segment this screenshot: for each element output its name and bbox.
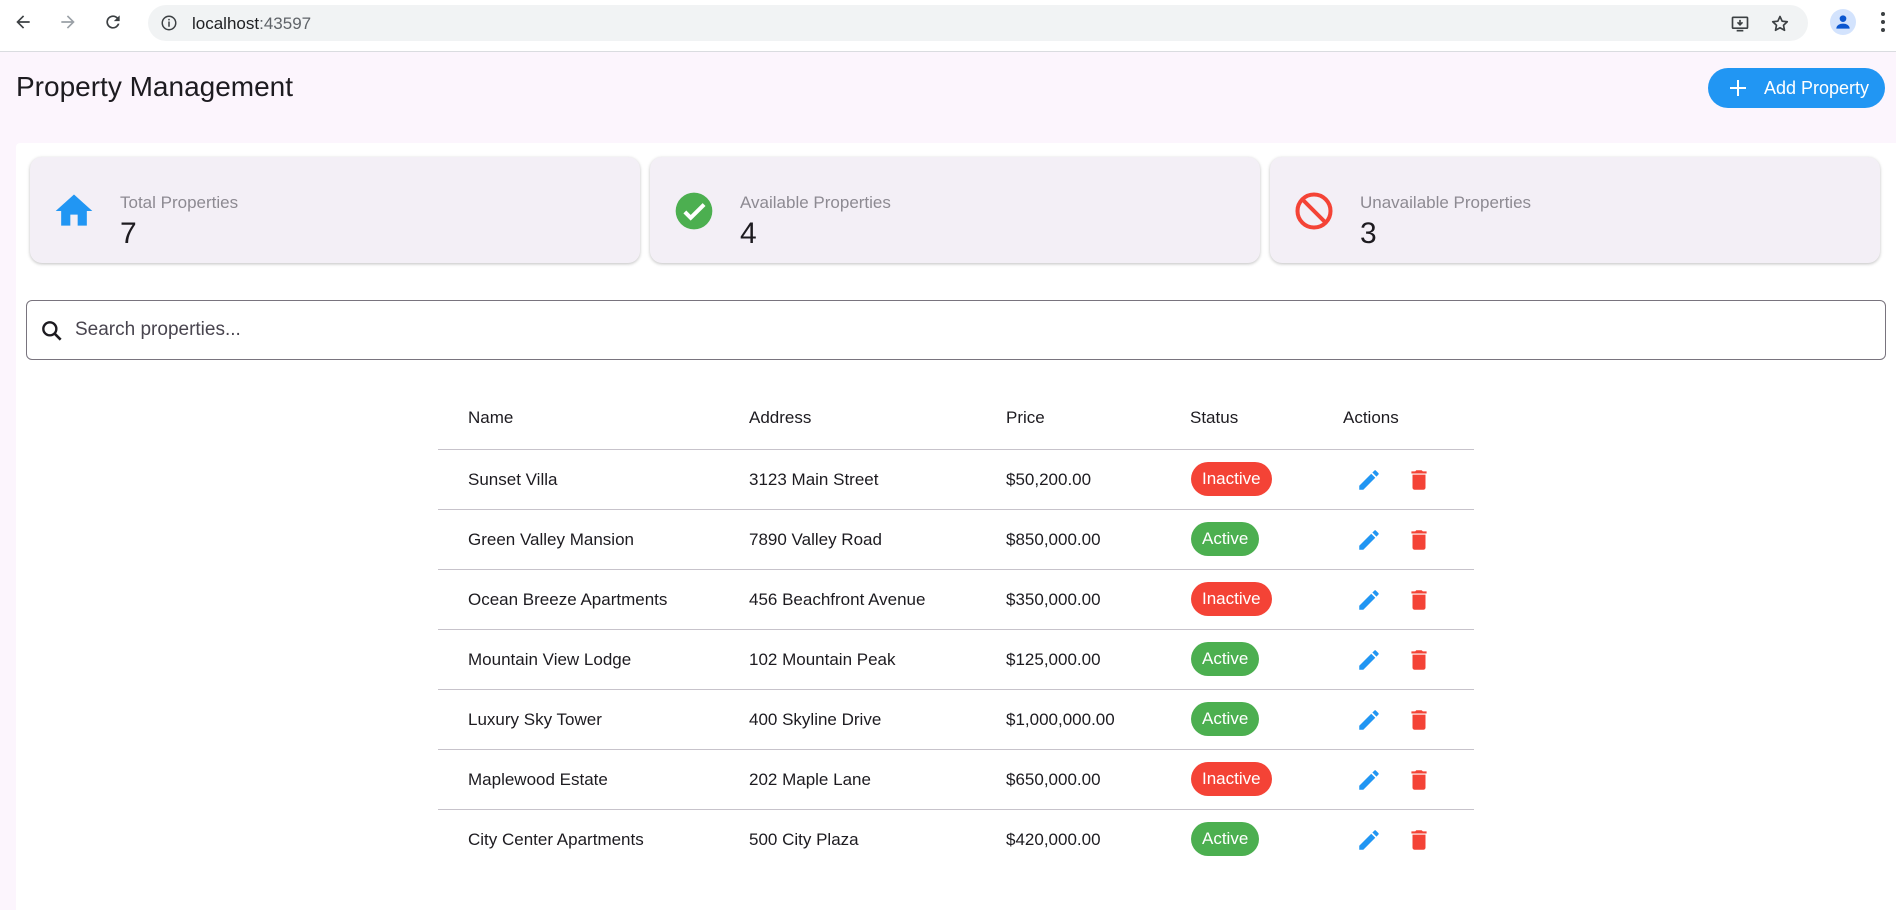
status-badge: Inactive	[1191, 582, 1272, 616]
cell-name: Luxury Sky Tower	[468, 710, 602, 729]
search-icon	[42, 321, 62, 341]
edit-icon[interactable]	[1356, 827, 1382, 853]
delete-icon[interactable]	[1406, 767, 1432, 793]
delete-icon[interactable]	[1406, 647, 1432, 673]
cell-price: $50,200.00	[1006, 470, 1092, 489]
table-header: Name Address Price Status Actions	[438, 383, 1474, 450]
cell-address: 102 Mountain Peak	[749, 650, 896, 669]
table-row: Green Valley Mansion 7890 Valley Road $850…	[438, 510, 1474, 570]
stat-value: 7	[120, 217, 137, 250]
cell-name: Sunset Villa	[468, 470, 558, 489]
status-badge: Active	[1191, 702, 1260, 736]
stat-card-unavailable: Unavailable Properties 3	[1270, 157, 1880, 263]
stat-card-total: Total Properties 7	[30, 157, 640, 263]
cell-price: $850,000.00	[1006, 530, 1101, 549]
delete-icon[interactable]	[1406, 587, 1432, 613]
cell-price: $350,000.00	[1006, 590, 1101, 609]
status-badge: Active	[1191, 522, 1260, 556]
cell-address: 3123 Main Street	[749, 470, 879, 489]
status-badge: Active	[1191, 642, 1260, 676]
bookmark-star-icon[interactable]	[1770, 14, 1790, 34]
column-header-actions: Actions	[1343, 408, 1399, 427]
home-icon	[55, 194, 93, 226]
table-row: Maplewood Estate 202 Maple Lane $650,000.0…	[438, 750, 1474, 810]
search-field[interactable]	[26, 300, 1886, 360]
search-input[interactable]	[75, 313, 1855, 347]
column-header-address: Address	[749, 408, 812, 427]
reload-icon[interactable]	[99, 8, 127, 36]
status-badge: Inactive	[1191, 462, 1272, 496]
block-icon	[1295, 192, 1333, 230]
stat-label: Unavailable Properties	[1360, 193, 1532, 212]
add-property-button[interactable]: Add Property	[1708, 68, 1885, 108]
profile-avatar-icon[interactable]	[1830, 9, 1856, 35]
content-panel: Total Properties 7 Available Properties …	[16, 143, 1896, 910]
cell-address: 500 City Plaza	[749, 830, 859, 849]
url-text: localhost:43597	[192, 14, 312, 33]
forward-icon[interactable]	[54, 8, 82, 36]
column-header-name: Name	[468, 408, 514, 427]
page-title: Property Management	[16, 71, 294, 102]
cell-address: 400 Skyline Drive	[749, 710, 882, 729]
add-property-label: Add Property	[1764, 77, 1870, 98]
stat-value: 3	[1360, 217, 1377, 250]
table-body: Sunset Villa 3123 Main Street $50,200.00 In…	[438, 450, 1474, 870]
browser-menu-icon[interactable]	[1880, 10, 1886, 34]
table-row: Mountain View Lodge 102 Mountain Peak $125…	[438, 630, 1474, 690]
cell-price: $125,000.00	[1006, 650, 1101, 669]
column-header-price: Price	[1006, 408, 1045, 427]
stat-label: Available Properties	[740, 193, 891, 212]
delete-icon[interactable]	[1406, 827, 1432, 853]
cell-name: City Center Apartments	[468, 830, 644, 849]
edit-icon[interactable]	[1356, 767, 1382, 793]
edit-icon[interactable]	[1356, 527, 1382, 553]
table-row: Sunset Villa 3123 Main Street $50,200.00 In…	[438, 450, 1474, 510]
cell-name: Ocean Breeze Apartments	[468, 590, 668, 609]
status-badge: Active	[1191, 822, 1260, 856]
stat-value: 4	[740, 217, 757, 250]
plus-icon	[1730, 80, 1746, 96]
edit-icon[interactable]	[1356, 647, 1382, 673]
cell-address: 202 Maple Lane	[749, 770, 871, 789]
status-badge: Inactive	[1191, 762, 1272, 796]
cell-address: 456 Beachfront Avenue	[749, 590, 926, 609]
edit-icon[interactable]	[1356, 467, 1382, 493]
edit-icon[interactable]	[1356, 587, 1382, 613]
cell-name: Green Valley Mansion	[468, 530, 634, 549]
edit-icon[interactable]	[1356, 707, 1382, 733]
back-icon[interactable]	[9, 8, 37, 36]
delete-icon[interactable]	[1406, 707, 1432, 733]
cell-address: 7890 Valley Road	[749, 530, 882, 549]
site-info-icon[interactable]	[160, 14, 178, 32]
stat-card-available: Available Properties 4	[650, 157, 1260, 263]
check-circle-icon	[675, 192, 713, 230]
column-header-status: Status	[1190, 408, 1239, 427]
table-row: City Center Apartments 500 City Plaza $420…	[438, 810, 1474, 870]
table-row: Luxury Sky Tower 400 Skyline Drive $1,000,…	[438, 690, 1474, 750]
cell-price: $420,000.00	[1006, 830, 1101, 849]
stat-label: Total Properties	[120, 193, 239, 212]
browser-toolbar: localhost:43597	[0, 0, 1896, 52]
app-bar: Property Management Add Property	[0, 53, 1896, 133]
table-row: Ocean Breeze Apartments 456 Beachfront Av…	[438, 570, 1474, 630]
properties-table: Name Address Price Status Actions Sunset…	[438, 383, 1474, 870]
install-app-icon[interactable]	[1730, 14, 1750, 34]
delete-icon[interactable]	[1406, 467, 1432, 493]
cell-price: $650,000.00	[1006, 770, 1101, 789]
cell-name: Maplewood Estate	[468, 770, 608, 789]
address-bar[interactable]: localhost:43597	[148, 5, 1808, 41]
cell-price: $1,000,000.00	[1006, 710, 1115, 729]
cell-name: Mountain View Lodge	[468, 650, 632, 669]
delete-icon[interactable]	[1406, 527, 1432, 553]
